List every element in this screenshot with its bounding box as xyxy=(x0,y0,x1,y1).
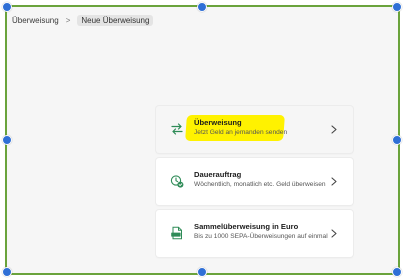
breadcrumb-link-ueberweisung[interactable]: Überweisung xyxy=(12,16,59,25)
option-subtitle: Wöchentlich, monatlich etc. Geld überwei… xyxy=(194,181,326,188)
resize-handle-bottom-right[interactable] xyxy=(392,267,402,277)
option-title: Dauerauftrag xyxy=(194,170,242,179)
chevron-right-icon xyxy=(331,177,337,186)
resize-handle-middle-right[interactable] xyxy=(392,135,402,145)
resize-handle-top-right[interactable] xyxy=(392,2,402,12)
arrows-swap-icon xyxy=(171,123,183,135)
option-subtitle: Bis zu 1000 SEPA-Überweisungen auf einma… xyxy=(194,233,328,240)
resize-handle-top-left[interactable] xyxy=(2,2,12,12)
csv-file-icon xyxy=(171,226,182,240)
option-subtitle: Jetzt Geld an jemanden senden xyxy=(194,129,288,136)
clock-check-icon xyxy=(170,175,184,188)
resize-handle-bottom-center[interactable] xyxy=(197,267,207,277)
resize-handle-bottom-left[interactable] xyxy=(2,267,12,277)
chevron-right-icon xyxy=(331,229,337,238)
option-card-sammelueberweisung[interactable]: Sammelüberweisung in Euro Bis zu 1000 SE… xyxy=(156,210,353,257)
resize-handle-top-center[interactable] xyxy=(197,2,207,12)
resize-handle-middle-left[interactable] xyxy=(2,135,12,145)
option-title: Sammelüberweisung in Euro xyxy=(194,222,299,231)
breadcrumb: Überweisung > Neue Überweisung xyxy=(12,14,154,26)
breadcrumb-current: Neue Überweisung xyxy=(77,14,154,26)
option-card-ueberweisung[interactable]: Überweisung Jetzt Geld an jemanden sende… xyxy=(156,106,353,153)
breadcrumb-separator-icon: > xyxy=(65,15,71,25)
chevron-right-icon xyxy=(331,125,337,134)
option-title: Überweisung xyxy=(194,118,242,127)
option-card-dauerauftrag[interactable]: Dauerauftrag Wöchentlich, monatlich etc.… xyxy=(156,158,353,205)
